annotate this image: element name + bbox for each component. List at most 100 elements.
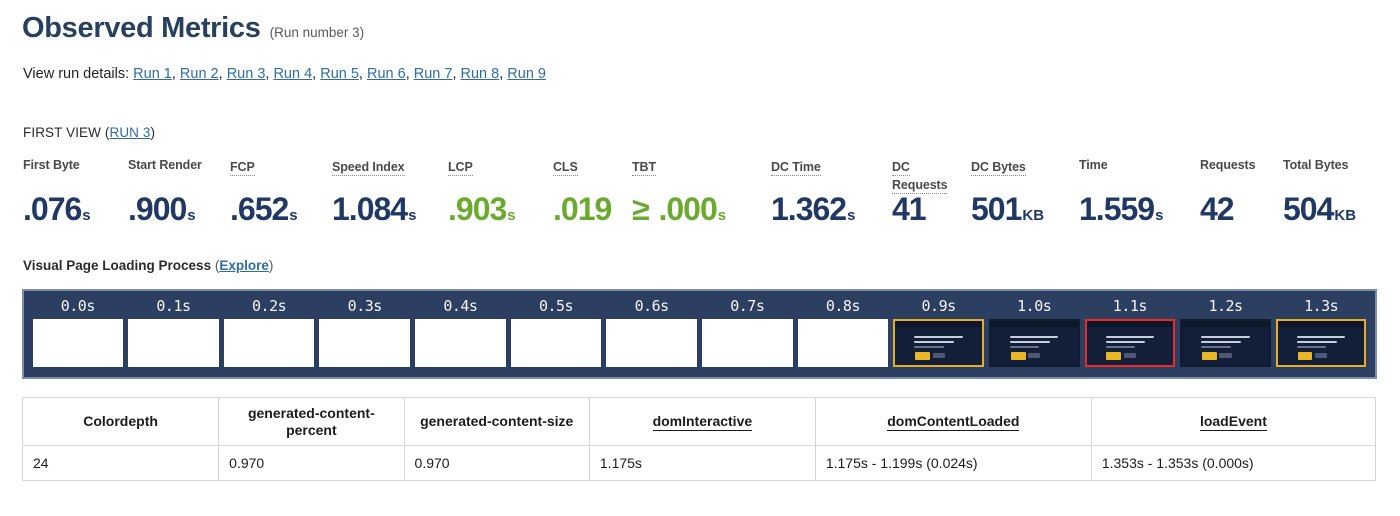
visual-loading-title: Visual Page Loading Process (Explore) — [23, 258, 273, 273]
metric-tbt[interactable]: TBT ≥ .000s — [632, 158, 726, 227]
preview-secondary-button — [932, 352, 945, 358]
filmstrip-time-label: 1.2s — [1208, 297, 1243, 315]
metric-dc-time[interactable]: DC Time 1.362s — [771, 158, 855, 227]
filmstrip-time-label: 0.5s — [538, 297, 574, 315]
table-header-row: Colordepth generated-content-percent gener… — [21, 397, 1377, 446]
filmstrip-frame-0-8s[interactable]: 0.8s — [797, 296, 889, 367]
metric-start-render: Start Render .900s — [128, 158, 202, 227]
filmstrip-frame-1-3s[interactable]: 1.3s — [1275, 296, 1367, 367]
run-link-separator: , — [171, 66, 180, 82]
filmstrip-thumbnail[interactable] — [988, 319, 1080, 367]
filmstrip-frame-0-6s[interactable]: 0.6s — [606, 296, 697, 367]
table-header-label: domContentLoaded — [887, 413, 1020, 431]
metric-lcp[interactable]: LCP .903s — [448, 158, 516, 227]
filmstrip-thumbnail[interactable] — [893, 319, 984, 367]
metric-value-fcp: .652s — [230, 191, 298, 227]
filmstrip-frame-0-5s[interactable]: 0.5s — [510, 296, 602, 367]
metric-unit-time: s — [1155, 207, 1164, 224]
metric-unit-speed-index: s — [408, 207, 417, 224]
table-header-loadevent[interactable]: loadEvent — [1090, 397, 1377, 446]
metric-value-dc-bytes: 501KB — [971, 191, 1045, 227]
metric-value-dc-requests: 41 — [892, 191, 927, 227]
filmstrip-frame-1-1s[interactable]: 1.1s — [1084, 296, 1176, 367]
preview-secondary-button — [1315, 352, 1328, 358]
table-cell: 1.175s - 1.199s (0.024s) — [814, 445, 1092, 481]
filmstrip-thumbnail[interactable] — [797, 319, 889, 367]
filmstrip-frame-1-2s[interactable]: 1.2s — [1180, 296, 1271, 367]
run-link-3[interactable]: Run 3 — [227, 66, 266, 82]
filmstrip-frame-0-1s[interactable]: 0.1s — [128, 296, 219, 367]
run-link-1[interactable]: Run 1 — [133, 66, 172, 82]
preview-topbar — [1086, 321, 1174, 328]
preview-cta-button — [1106, 351, 1122, 360]
filmstrip-frame-0-2s[interactable]: 0.2s — [223, 296, 315, 367]
metric-label-requests: Requests — [1200, 158, 1256, 172]
preview-heading-line — [914, 340, 955, 344]
metric-requests: Requests 42 — [1200, 158, 1256, 227]
preview-heading-line — [1105, 340, 1146, 344]
table-header-generated-content-percent: generated-content-percent — [218, 397, 405, 446]
filmstrip-thumbnail[interactable] — [319, 319, 411, 367]
thumbnail-page-preview — [1086, 321, 1174, 365]
preview-cta-button — [1010, 351, 1026, 360]
metric-dc-bytes[interactable]: DC Bytes 501KB — [971, 158, 1044, 227]
metric-fcp[interactable]: FCP .652s — [230, 158, 298, 227]
filmstrip-frame-0-0s[interactable]: 0.0s — [32, 296, 124, 367]
filmstrip-thumbnail[interactable] — [606, 319, 697, 367]
run-link-4[interactable]: Run 4 — [273, 66, 312, 82]
preview-heading-line — [1201, 335, 1250, 339]
preview-heading-line — [1201, 340, 1242, 344]
filmstrip-frame-0-7s[interactable]: 0.7s — [701, 296, 793, 367]
run-link-7[interactable]: Run 7 — [414, 66, 453, 82]
filmstrip-thumbnail[interactable] — [1275, 319, 1367, 367]
filmstrip-thumbnail[interactable] — [223, 319, 315, 367]
metric-value-dc-time: 1.362s — [771, 191, 856, 227]
run-link-separator: , — [405, 66, 414, 82]
page-title: Observed Metrics — [22, 12, 261, 44]
filmstrip-thumbnail[interactable] — [701, 319, 793, 367]
explore-link[interactable]: Explore — [219, 258, 269, 273]
metric-unit-total-bytes: KB — [1334, 207, 1357, 224]
metric-dc-requests[interactable]: DC Requests 41 — [892, 158, 948, 227]
filmstrip-frame-0-9s[interactable]: 0.9s — [893, 296, 984, 367]
table-header-dominteractive[interactable]: domInteractive — [588, 397, 816, 446]
filmstrip-time-label: 0.6s — [634, 297, 670, 315]
filmstrip-thumbnail[interactable] — [510, 319, 602, 367]
metric-unit-start-render: s — [187, 207, 196, 224]
preview-secondary-button — [1028, 352, 1041, 358]
preview-body-line — [1009, 345, 1040, 348]
filmstrip-frame-1-0s[interactable]: 1.0s — [988, 296, 1080, 367]
metric-label-start-render: Start Render — [128, 158, 202, 172]
metric-value-first-byte: .076s — [23, 191, 91, 227]
run-link-separator: , — [452, 66, 461, 82]
run-link-8[interactable]: Run 8 — [461, 66, 500, 82]
run-link-2[interactable]: Run 2 — [180, 66, 219, 82]
table-cell: 24 — [21, 445, 220, 481]
preview-secondary-button — [1123, 352, 1136, 358]
run-link-9[interactable]: Run 9 — [507, 66, 546, 82]
filmstrip-thumbnail[interactable] — [415, 319, 506, 367]
preview-heading-line — [1105, 335, 1155, 339]
run-link-5[interactable]: Run 5 — [320, 66, 359, 82]
preview-body-line — [1105, 345, 1136, 348]
metric-label-tbt: TBT — [632, 160, 656, 176]
preview-topbar — [990, 321, 1078, 328]
metric-unit-tbt: s — [717, 207, 727, 224]
run-link-6[interactable]: Run 6 — [367, 66, 406, 82]
metric-cls[interactable]: CLS .019 — [553, 158, 612, 227]
thumbnail-page-preview — [1182, 321, 1269, 365]
metric-speed-index[interactable]: Speed Index 1.084s — [332, 158, 416, 227]
first-view-run-link[interactable]: RUN 3 — [109, 125, 150, 140]
filmstrip-thumbnail[interactable] — [128, 319, 219, 367]
table-cell: 0.970 — [218, 445, 405, 481]
metric-label-dc-time: DC Time — [771, 160, 821, 176]
filmstrip-thumbnail[interactable] — [32, 319, 124, 367]
preview-topbar — [1277, 321, 1365, 328]
filmstrip-frame-0-3s[interactable]: 0.3s — [319, 296, 411, 367]
filmstrip-frame-0-4s[interactable]: 0.4s — [415, 296, 506, 367]
filmstrip-thumbnail[interactable] — [1180, 319, 1271, 367]
filmstrip-thumbnail[interactable] — [1084, 319, 1176, 367]
filmstrip-time-label: 1.0s — [1017, 297, 1052, 315]
metric-unit-dc-time: s — [847, 207, 856, 224]
table-header-domcontentloaded[interactable]: domContentLoaded — [814, 397, 1092, 446]
